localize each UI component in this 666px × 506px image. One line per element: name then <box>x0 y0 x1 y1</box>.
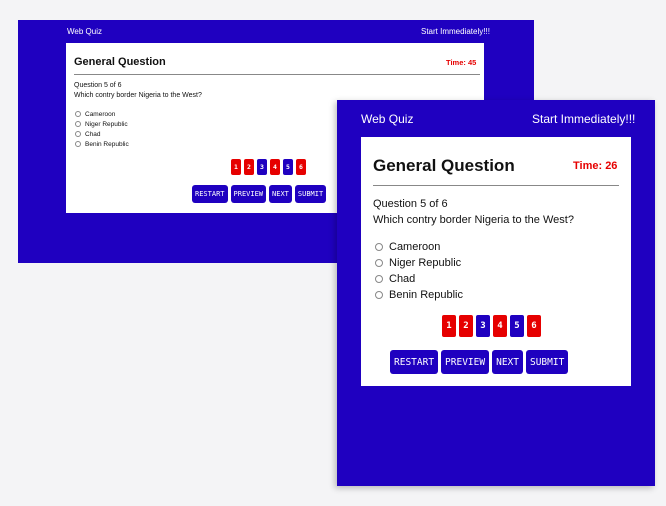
page-button-2[interactable]: 2 <box>459 315 473 337</box>
page-button-6[interactable]: 6 <box>527 315 541 337</box>
option-cameroon[interactable]: Cameroon <box>75 109 129 119</box>
next-button[interactable]: NEXT <box>269 185 292 203</box>
action-buttons: RESTART PREVIEW NEXT SUBMIT <box>390 350 571 374</box>
page-button-1[interactable]: 1 <box>231 159 241 175</box>
option-niger-republic[interactable]: Niger Republic <box>75 119 129 129</box>
tagline: Start Immediately!!! <box>421 27 490 36</box>
option-cameroon[interactable]: Cameroon <box>375 239 463 255</box>
radio-button[interactable] <box>375 259 383 267</box>
radio-button[interactable] <box>375 243 383 251</box>
question-card: General Question Time: 26 Question 5 of … <box>361 137 631 386</box>
page-button-3[interactable]: 3 <box>257 159 267 175</box>
question-progress: Question 5 of 6 <box>373 198 448 210</box>
radio-button[interactable] <box>375 275 383 283</box>
card-header: General Question Time: 45 <box>74 43 480 75</box>
question-progress: Question 5 of 6 <box>74 82 122 89</box>
submit-button[interactable]: SUBMIT <box>294 185 327 203</box>
question-pager: 1 2 3 4 5 6 <box>442 315 544 337</box>
question-block: Question 5 of 6 Which contry border Nige… <box>373 196 574 228</box>
radio-button[interactable] <box>375 291 383 299</box>
preview-button[interactable]: PREVIEW <box>230 185 267 203</box>
timer: Time: 26 <box>573 160 618 172</box>
preview-button[interactable]: PREVIEW <box>441 350 490 374</box>
page-button-4[interactable]: 4 <box>270 159 280 175</box>
answer-options: Cameroon Niger Republic Chad Benin Repub… <box>75 109 129 149</box>
page-button-1[interactable]: 1 <box>442 315 456 337</box>
page-button-6[interactable]: 6 <box>296 159 306 175</box>
answer-options: Cameroon Niger Republic Chad Benin Repub… <box>375 239 463 303</box>
option-label: Cameroon <box>85 110 116 118</box>
option-label: Benin Republic <box>389 289 463 301</box>
restart-button[interactable]: RESTART <box>192 185 228 203</box>
app-name: Web Quiz <box>67 27 102 36</box>
option-niger-republic[interactable]: Niger Republic <box>375 255 463 271</box>
card-header: General Question Time: 26 <box>373 137 619 186</box>
radio-button[interactable] <box>75 131 81 137</box>
question-pager: 1 2 3 4 5 6 <box>231 159 309 175</box>
option-benin-republic[interactable]: Benin Republic <box>375 287 463 303</box>
restart-button[interactable]: RESTART <box>390 350 439 374</box>
timer: Time: 45 <box>446 58 477 67</box>
submit-button[interactable]: SUBMIT <box>525 350 569 374</box>
option-label: Niger Republic <box>85 120 128 128</box>
next-button[interactable]: NEXT <box>492 350 523 374</box>
page-button-3[interactable]: 3 <box>476 315 490 337</box>
card-title: General Question <box>373 156 515 175</box>
option-label: Niger Republic <box>389 257 462 269</box>
radio-button[interactable] <box>75 121 81 127</box>
app-name: Web Quiz <box>361 112 414 126</box>
option-chad[interactable]: Chad <box>75 129 129 139</box>
radio-button[interactable] <box>75 141 81 147</box>
option-label: Chad <box>85 130 101 138</box>
radio-button[interactable] <box>75 111 81 117</box>
card-title: General Question <box>74 56 166 68</box>
option-label: Chad <box>389 273 416 285</box>
action-buttons: RESTART PREVIEW NEXT SUBMIT <box>192 185 329 203</box>
page-button-2[interactable]: 2 <box>244 159 254 175</box>
question-block: Question 5 of 6 Which contry border Nige… <box>74 81 202 101</box>
page-button-5[interactable]: 5 <box>510 315 524 337</box>
tagline: Start Immediately!!! <box>532 112 636 126</box>
quiz-window-front: Web Quiz Start Immediately!!! General Qu… <box>337 100 655 486</box>
question-text: Which contry border Nigeria to the West? <box>373 214 574 226</box>
option-chad[interactable]: Chad <box>375 271 463 287</box>
option-label: Benin Republic <box>85 140 129 148</box>
page-button-4[interactable]: 4 <box>493 315 507 337</box>
question-text: Which contry border Nigeria to the West? <box>74 92 202 99</box>
option-benin-republic[interactable]: Benin Republic <box>75 139 129 149</box>
page-button-5[interactable]: 5 <box>283 159 293 175</box>
option-label: Cameroon <box>389 241 441 253</box>
